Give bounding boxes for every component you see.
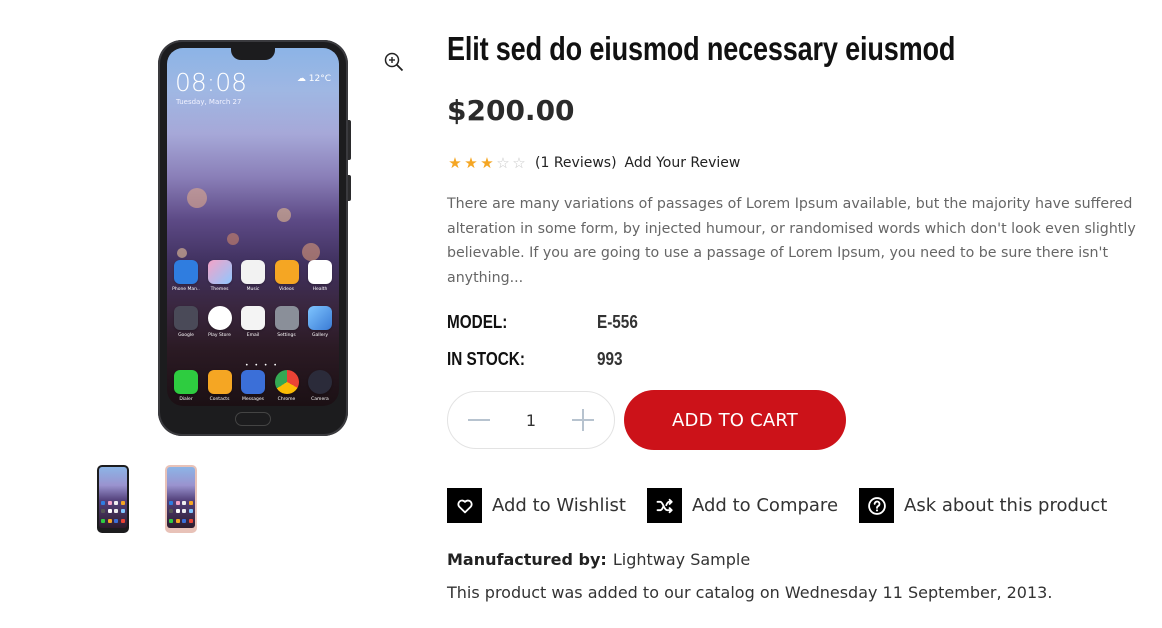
gallery-icon — [308, 306, 332, 330]
add-to-compare-button[interactable]: Add to Compare — [647, 488, 838, 523]
manufacturer-label: Manufactured by: — [447, 550, 607, 569]
quantity-input[interactable] — [511, 410, 551, 430]
reviews-count-link[interactable]: (1 Reviews) — [535, 155, 617, 171]
phone-manager-icon — [174, 260, 198, 284]
google-folder-icon — [174, 306, 198, 330]
cloud-icon: ☁ — [296, 74, 306, 84]
quantity-decrease-button[interactable] — [466, 407, 492, 433]
ask-about-product-button[interactable]: Ask about this product — [859, 488, 1107, 523]
plus-icon — [572, 409, 594, 431]
star-empty-icon: ☆ — [496, 154, 510, 172]
app-row-1: Phone Man.. Themes Music Videos Health — [172, 260, 333, 292]
star-filled-icon: ★ — [480, 154, 494, 172]
zoom-in-icon[interactable] — [384, 52, 404, 72]
manufacturer-link[interactable]: Lightway Sample — [613, 550, 750, 569]
date-added-text: This product was added to our catalog on… — [447, 583, 1053, 602]
app-row-2: Google Play Store Email Settings Gallery — [173, 306, 333, 338]
spec-value-model: E-556 — [597, 312, 638, 332]
wishlist-label: Add to Wishlist — [492, 495, 626, 516]
themes-icon — [207, 260, 232, 284]
chrome-icon — [274, 370, 299, 394]
phone-screen: 08:08 Tuesday, March 27 ☁ 12°C Phone Man… — [167, 48, 339, 406]
heart-icon — [447, 488, 482, 523]
phone-weather: ☁ 12°C — [296, 74, 331, 84]
music-icon — [241, 260, 265, 284]
star-filled-icon: ★ — [448, 154, 462, 172]
contacts-icon — [207, 370, 232, 394]
thumbnail-black-phone[interactable] — [88, 462, 138, 536]
rating-stars: ★ ★ ★ ☆ ☆ — [447, 155, 527, 171]
add-to-cart-button[interactable]: ADD TO CART — [624, 390, 846, 450]
product-price: $200.00 — [447, 94, 575, 127]
star-empty-icon: ☆ — [512, 154, 526, 172]
dialer-icon — [174, 370, 198, 394]
settings-icon — [274, 306, 299, 330]
camera-icon — [308, 370, 332, 394]
star-filled-icon: ★ — [464, 154, 478, 172]
minus-icon — [468, 419, 490, 421]
phone-date: Tuesday, March 27 — [176, 98, 242, 106]
quantity-increase-button[interactable] — [570, 407, 596, 433]
messages-icon — [241, 370, 265, 394]
manufacturer-line: Manufactured by: Lightway Sample — [447, 550, 750, 569]
health-icon — [308, 260, 332, 284]
email-icon — [241, 306, 265, 330]
phone-thumbnail-image — [97, 465, 129, 533]
add-review-link[interactable]: Add Your Review — [625, 155, 741, 171]
dock-row: Dialer Contacts Messages Chrome Camera — [173, 370, 333, 402]
ask-label: Ask about this product — [904, 495, 1108, 516]
phone-clock: 08:08 — [175, 68, 248, 97]
phone-image: 08:08 Tuesday, March 27 ☁ 12°C Phone Man… — [158, 40, 351, 436]
spec-label-stock: IN STOCK: — [447, 349, 525, 369]
quantity-stepper — [447, 391, 615, 449]
videos-icon — [274, 260, 299, 284]
play-store-icon — [207, 306, 232, 330]
shuffle-icon — [647, 488, 682, 523]
main-product-image[interactable]: 08:08 Tuesday, March 27 ☁ 12°C Phone Man… — [158, 40, 351, 436]
home-button — [235, 412, 271, 426]
thumbnail-pink-phone[interactable] — [156, 462, 206, 536]
question-icon — [859, 488, 894, 523]
product-rating: ★ ★ ★ ☆ ☆ (1 Reviews) Add Your Review — [447, 155, 740, 171]
product-title: Elit sed do eiusmod necessary eiusmod — [447, 30, 956, 67]
product-description: There are many variations of passages of… — [447, 196, 1136, 287]
compare-label: Add to Compare — [692, 495, 839, 516]
phone-thumbnail-image — [165, 465, 197, 533]
spec-label-model: MODEL: — [447, 312, 508, 332]
add-to-wishlist-button[interactable]: Add to Wishlist — [447, 488, 626, 523]
spec-value-stock: 993 — [597, 349, 623, 369]
